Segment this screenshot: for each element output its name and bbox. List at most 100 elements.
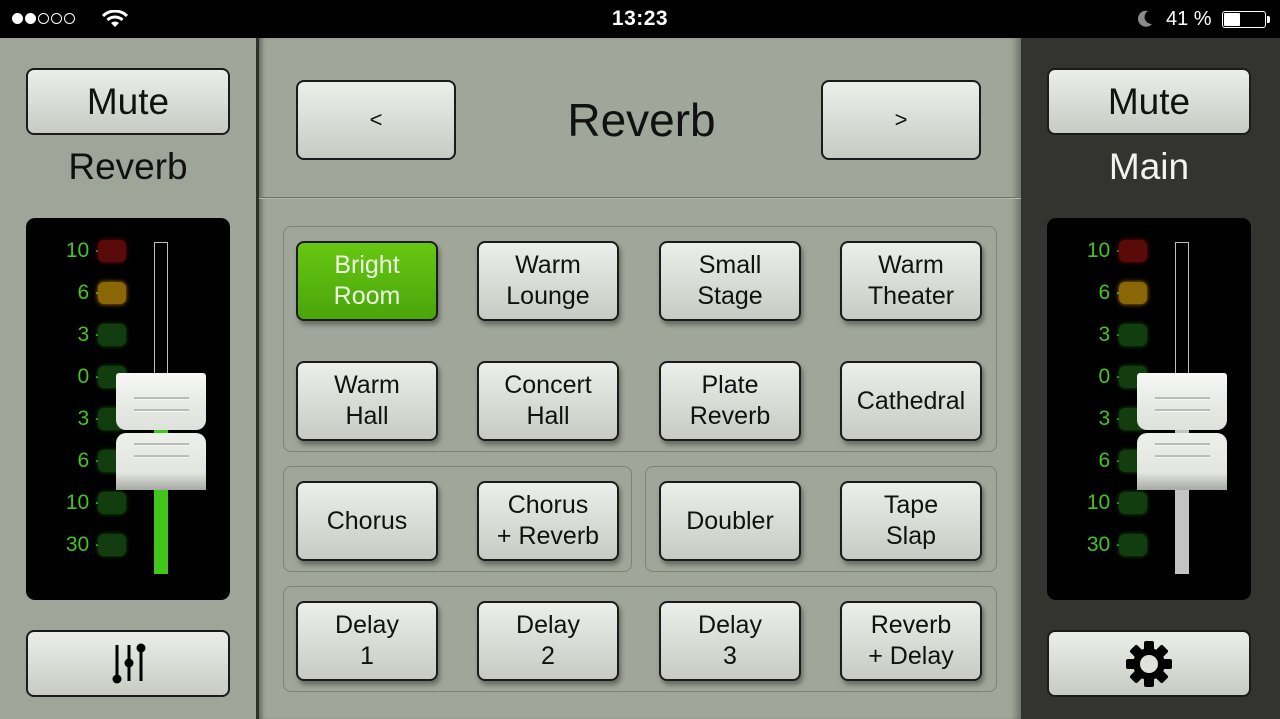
preset-label-line: Concert xyxy=(504,371,592,399)
next-effect-button[interactable]: > xyxy=(821,80,981,160)
meter-scale-label: 10 - xyxy=(65,491,102,514)
meter-led-green xyxy=(98,534,126,556)
meter-scale-label: 3 - xyxy=(77,323,102,346)
preset-label-line: Plate xyxy=(701,371,759,399)
fader-grip-line xyxy=(1155,455,1210,458)
meter-led-amber xyxy=(98,282,126,304)
left-fader-handle[interactable] xyxy=(116,373,206,430)
preset-reverb-delay[interactable]: Reverb + Delay xyxy=(840,601,982,681)
meter-led-amber xyxy=(1119,282,1147,304)
meter-scale-label: 10 - xyxy=(1086,491,1123,514)
moon-icon xyxy=(1137,10,1152,27)
left-mute-button[interactable]: Mute xyxy=(26,68,230,135)
preset-label-line: Theater xyxy=(867,282,955,310)
left-channel-name: Reverb xyxy=(68,146,188,187)
left-level-meter: 10 - 6 - 3 - 0 - 3 - 6 - 10 - 30 - xyxy=(26,218,230,600)
preset-label-line: Lounge xyxy=(506,282,590,310)
preset-label-line: Small xyxy=(698,251,762,279)
preset-label: Delay 1 xyxy=(335,610,399,672)
preset-tape-slap[interactable]: Tape Slap xyxy=(840,481,982,561)
preset-plate-reverb[interactable]: Plate Reverb xyxy=(659,361,801,441)
preset-label-line: Bright xyxy=(334,251,400,279)
status-bar: 13:23 41 % xyxy=(0,0,1280,38)
right-level-meter: 10 - 6 - 3 - 0 - 3 - 6 - 10 - 30 - xyxy=(1047,218,1251,600)
preset-label-line: Warm xyxy=(515,251,581,279)
preset-warm-lounge[interactable]: Warm Lounge xyxy=(477,241,619,321)
preset-chorus[interactable]: Chorus xyxy=(296,481,438,561)
preset-concert-hall[interactable]: Concert Hall xyxy=(477,361,619,441)
meter-scale-label: 30 - xyxy=(65,533,102,556)
preset-label-line: 1 xyxy=(360,642,374,670)
meter-led-green xyxy=(1119,492,1147,514)
preset-label-line: Warm xyxy=(334,371,400,399)
preset-label-line: Hall xyxy=(345,402,389,430)
meter-scale-label: 3 - xyxy=(77,407,102,430)
meter-scale-label: 6 - xyxy=(1098,281,1123,304)
meter-led-red xyxy=(1119,240,1147,262)
settings-button[interactable] xyxy=(1047,630,1251,697)
previous-effect-button[interactable]: < xyxy=(296,80,456,160)
left-fader-handle[interactable] xyxy=(116,433,206,490)
mixer-settings-button[interactable] xyxy=(26,630,230,697)
effect-title: Reverb xyxy=(567,94,716,146)
preset-label-line: Warm xyxy=(878,251,944,279)
preset-delay-3[interactable]: Delay 3 xyxy=(659,601,801,681)
battery-level xyxy=(1224,13,1241,26)
battery-icon xyxy=(1222,11,1266,28)
preset-label-line: Reverb xyxy=(689,402,771,430)
preset-delay-2[interactable]: Delay 2 xyxy=(477,601,619,681)
preset-small-stage[interactable]: Small Stage xyxy=(659,241,801,321)
meter-led-green xyxy=(98,492,126,514)
preset-label: Warm Lounge xyxy=(506,250,589,312)
preset-bright-room[interactable]: Bright Room xyxy=(296,241,438,321)
meter-scale-label: 6 - xyxy=(1098,449,1123,472)
preset-label: Chorus + Reverb xyxy=(497,490,599,552)
meter-scale-label: 0 - xyxy=(1098,365,1123,388)
meter-led-green xyxy=(1119,534,1147,556)
preset-label: Plate Reverb xyxy=(690,370,771,432)
preset-delay-1[interactable]: Delay 1 xyxy=(296,601,438,681)
preset-chorus-reverb[interactable]: Chorus + Reverb xyxy=(477,481,619,561)
fader-grip-line xyxy=(134,409,189,412)
right-mute-button[interactable]: Mute xyxy=(1047,68,1251,135)
preset-doubler[interactable]: Doubler xyxy=(659,481,801,561)
meter-scale-label: 10 - xyxy=(1086,239,1123,262)
preset-label: Warm Theater xyxy=(868,250,954,312)
preset-label: Doubler xyxy=(686,506,774,537)
battery-percentage: 41 % xyxy=(1166,8,1212,30)
meter-scale-label: 6 - xyxy=(77,281,102,304)
meter-scale-label: 10 - xyxy=(65,239,102,262)
right-channel-name: Main xyxy=(1108,146,1190,187)
preset-warm-theater[interactable]: Warm Theater xyxy=(840,241,982,321)
preset-label-line: Room xyxy=(333,282,401,310)
preset-label-line: + Delay xyxy=(868,642,954,670)
preset-label: Warm Hall xyxy=(334,370,400,432)
preset-cathedral[interactable]: Cathedral xyxy=(840,361,982,441)
left-channel-strip: Mute Reverb 10 - 6 - 3 - 0 - 3 - 6 - 10 - 30 - xyxy=(0,38,256,719)
meter-scale-label: 3 - xyxy=(1098,323,1123,346)
preset-label-line: Delay xyxy=(698,611,762,639)
fader-grip-line xyxy=(134,443,189,446)
fader-grip-line xyxy=(134,455,189,458)
preset-label: Bright Room xyxy=(334,250,401,312)
right-fader-handle[interactable] xyxy=(1137,373,1227,430)
meter-scale-label: 6 - xyxy=(77,449,102,472)
fader-grip-line xyxy=(1155,397,1210,400)
preset-warm-hall[interactable]: Warm Hall xyxy=(296,361,438,441)
preset-label: Tape Slap xyxy=(884,490,938,552)
mixer-sliders-icon xyxy=(112,643,146,683)
preset-label-line: 2 xyxy=(541,642,555,670)
preset-label-line: Tape xyxy=(883,491,939,519)
preset-label: Delay 3 xyxy=(698,610,762,672)
preset-label-line: Cathedral xyxy=(856,386,966,415)
preset-label-line: + Reverb xyxy=(496,522,600,550)
preset-label-line: Hall xyxy=(526,402,570,430)
clock: 13:23 xyxy=(611,7,669,30)
fader-grip-line xyxy=(134,397,189,400)
header-divider xyxy=(259,197,1021,199)
fader-grip-line xyxy=(1155,443,1210,446)
preset-label-line: Chorus xyxy=(507,491,589,519)
fader-grip-line xyxy=(1155,409,1210,412)
preset-label: Delay 2 xyxy=(516,610,580,672)
right-fader-handle[interactable] xyxy=(1137,433,1227,490)
